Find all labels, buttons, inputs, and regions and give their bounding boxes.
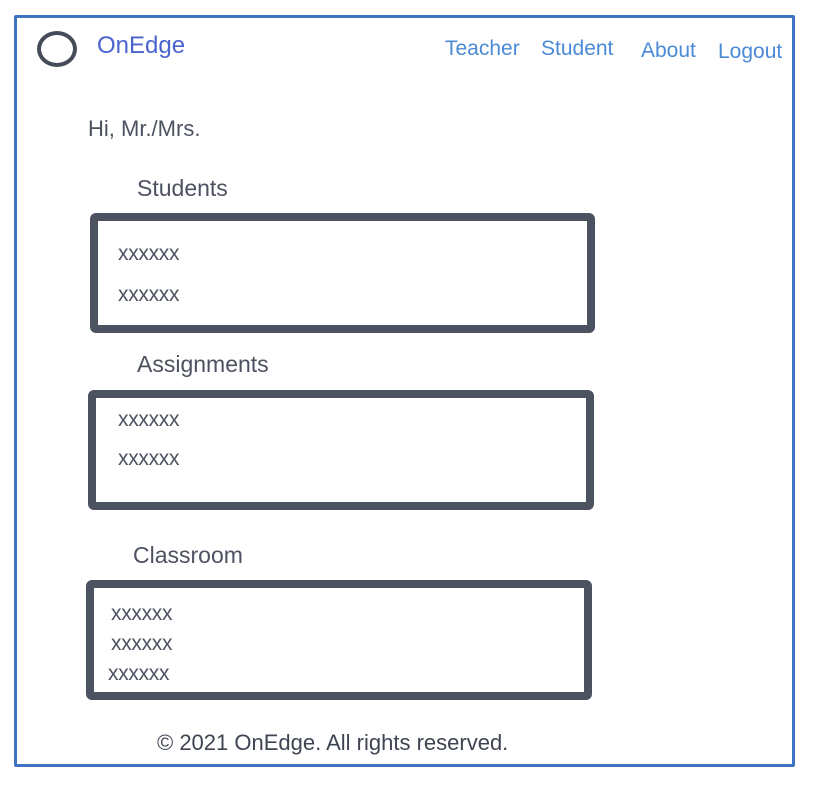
assignments-item[interactable]: xxxxxx — [118, 447, 180, 471]
nav-link-student[interactable]: Student — [541, 35, 613, 63]
classroom-item[interactable]: xxxxxx — [108, 662, 170, 686]
section-title-classroom: Classroom — [133, 542, 243, 568]
classroom-item[interactable]: xxxxxx — [111, 632, 173, 656]
students-item[interactable]: xxxxxx — [118, 242, 180, 266]
nav-link-about[interactable]: About — [641, 37, 696, 65]
circle-logo-icon[interactable] — [37, 31, 77, 67]
section-title-assignments: Assignments — [137, 351, 269, 377]
brand-name[interactable]: OnEdge — [97, 31, 185, 61]
nav-link-logout[interactable]: Logout — [718, 38, 782, 66]
nav-link-teacher[interactable]: Teacher — [445, 35, 520, 63]
greeting-text: Hi, Mr./Mrs. — [88, 116, 201, 141]
students-item[interactable]: xxxxxx — [118, 283, 180, 307]
footer-copyright: © 2021 OnEdge. All rights reserved. — [157, 730, 509, 755]
classroom-item[interactable]: xxxxxx — [111, 602, 173, 626]
students-box — [90, 213, 595, 333]
assignments-item[interactable]: xxxxxx — [118, 408, 180, 432]
section-title-students: Students — [137, 175, 228, 201]
top-navigation: Teacher Student About Logout — [443, 35, 793, 65]
